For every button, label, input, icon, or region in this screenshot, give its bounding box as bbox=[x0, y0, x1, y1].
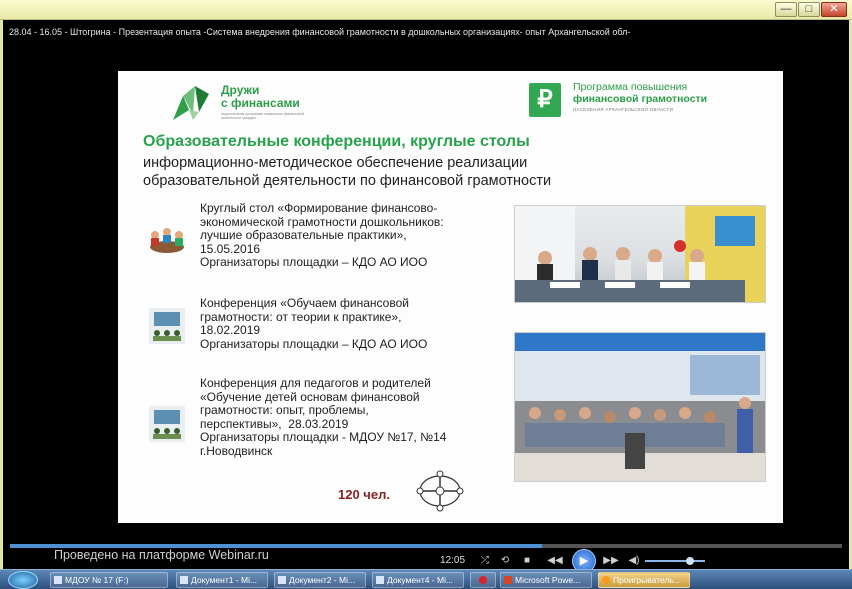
taskbar-item-label: Microsoft Powe... bbox=[515, 575, 581, 585]
program-logo-line1: Программа повышения bbox=[573, 81, 688, 93]
repeat-icon[interactable]: ⟲ bbox=[498, 553, 512, 569]
event-round-table: Круглый стол «Формирование финансово- эк… bbox=[200, 201, 444, 270]
seek-bar[interactable] bbox=[10, 544, 842, 548]
taskbar-item-label: Документ2 - Mi... bbox=[289, 575, 356, 585]
minimize-button[interactable]: — bbox=[775, 2, 797, 17]
previous-button[interactable]: ◀◀ bbox=[544, 553, 566, 569]
seek-bar-fill bbox=[10, 544, 543, 548]
volume-slider[interactable] bbox=[645, 557, 705, 565]
taskbar-item-folder[interactable]: МДОУ № 17 (F:) bbox=[50, 572, 168, 588]
taskbar-item-label: МДОУ № 17 (F:) bbox=[65, 575, 129, 585]
powerpoint-icon bbox=[504, 576, 512, 584]
taskbar-item-powerpoint[interactable]: Microsoft Powe... bbox=[500, 572, 592, 588]
taskbar-item-label: Проигрыватель... bbox=[613, 575, 681, 585]
taskbar-item-word-2[interactable]: Документ2 - Mi... bbox=[274, 572, 366, 588]
taskbar-item-media-player[interactable]: Проигрыватель... bbox=[598, 572, 690, 588]
close-button[interactable]: ✕ bbox=[821, 2, 847, 17]
word-icon bbox=[376, 576, 384, 584]
mute-button[interactable]: ◀) bbox=[625, 553, 643, 569]
taskbar-item-label: Документ1 - Mi... bbox=[191, 575, 258, 585]
round-table-icon bbox=[150, 228, 184, 253]
taskbar: МДОУ № 17 (F:) Документ1 - Mi... Докумен… bbox=[0, 569, 852, 589]
network-icon bbox=[416, 470, 464, 512]
media-player-icon bbox=[602, 576, 610, 584]
word-icon bbox=[180, 576, 188, 584]
next-button[interactable]: ▶▶ bbox=[600, 553, 622, 569]
folder-icon bbox=[54, 576, 62, 584]
webinar-watermark: Проведено на платформе Webinar.ru bbox=[54, 548, 269, 562]
logo-left-text: Дружи с финансами bbox=[221, 83, 300, 110]
opera-icon bbox=[479, 576, 487, 584]
event-conference-2019: Конференция «Обучаем финансовой грамотно… bbox=[200, 296, 428, 351]
volume-knob[interactable] bbox=[686, 557, 694, 565]
shuffle-icon[interactable]: ⤮ bbox=[478, 553, 492, 569]
taskbar-item-label: Документ4 - Mi... bbox=[387, 575, 454, 585]
conference-parents-icon bbox=[149, 406, 185, 442]
video-title: 28.04 - 16.05 - Штогрина - Презентация о… bbox=[9, 27, 631, 37]
conference-icon bbox=[149, 308, 185, 344]
time-display: 12:05 bbox=[440, 555, 466, 566]
conference-photo bbox=[514, 332, 766, 482]
window-titlebar: — □ ✕ bbox=[0, 0, 852, 20]
program-logo-sub: НАСЕЛЕНИЯ АРХАНГЕЛЬСКОЙ ОБЛАСТИ bbox=[573, 107, 674, 112]
program-logo-line2: финансовой грамотности bbox=[573, 93, 708, 105]
word-icon bbox=[278, 576, 286, 584]
taskbar-item-opera[interactable] bbox=[470, 572, 496, 588]
slide-heading: Образовательные конференции, круглые сто… bbox=[143, 133, 530, 150]
taskbar-item-word-1[interactable]: Документ1 - Mi... bbox=[176, 572, 268, 588]
maximize-button[interactable]: □ bbox=[798, 2, 820, 17]
logo-mark-icon bbox=[173, 86, 209, 120]
participants-count: 120 чел. bbox=[338, 487, 390, 502]
stop-button[interactable]: ■ bbox=[520, 553, 534, 569]
slide-subheading: информационно-методическое обеспечение р… bbox=[143, 155, 552, 189]
ruble-icon: ₽ bbox=[529, 83, 561, 117]
event-conference-parents: Конференция для педагогов и родителей «О… bbox=[200, 376, 447, 458]
start-button[interactable] bbox=[8, 571, 38, 589]
taskbar-item-word-4[interactable]: Документ4 - Mi... bbox=[372, 572, 464, 588]
program-logo: Программа повышения финансовой грамотнос… bbox=[573, 81, 773, 112]
druzhi-s-finansami-logo: Дружи с финансами национальная программа… bbox=[171, 82, 321, 124]
round-table-photo bbox=[514, 205, 766, 303]
logo-left-subtext: национальная программа повышения финансо… bbox=[221, 112, 304, 120]
presentation-slide: Дружи с финансами национальная программа… bbox=[118, 71, 783, 523]
